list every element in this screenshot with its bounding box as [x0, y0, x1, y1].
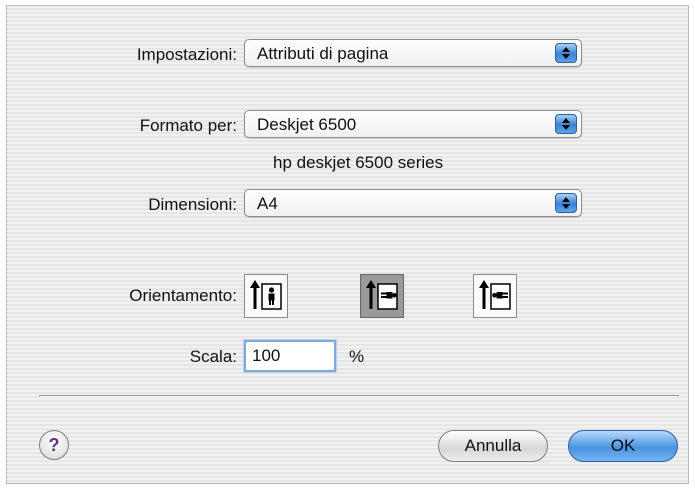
landscape-right-person-icon	[479, 280, 511, 310]
settings-popup-value: Attributi di pagina	[257, 44, 389, 63]
format-for-popup[interactable]: Deskjet 6500	[244, 110, 582, 138]
format-for-popup-value: Deskjet 6500	[257, 115, 357, 134]
settings-popup[interactable]: Attributi di pagina	[244, 39, 582, 67]
scale-label: Scala:	[189, 347, 237, 366]
portrait-person-icon	[250, 280, 282, 310]
orientation-portrait-button[interactable]	[244, 274, 288, 318]
help-button[interactable]: ?	[39, 430, 69, 460]
up-down-arrows-icon	[555, 193, 577, 213]
orientation-landscape-right-button[interactable]	[473, 274, 517, 318]
paper-size-popup-value: A4	[257, 194, 278, 213]
question-mark-icon: ?	[48, 435, 60, 455]
paper-size-popup[interactable]: A4	[244, 189, 582, 217]
cancel-button[interactable]: Annulla	[438, 430, 548, 462]
settings-label: Impostazioni:	[136, 45, 237, 64]
scale-input[interactable]	[244, 340, 336, 372]
orientation-landscape-left-button[interactable]	[360, 274, 404, 318]
paper-size-label: Dimensioni:	[148, 195, 237, 214]
printer-description: hp deskjet 6500 series	[273, 153, 444, 172]
up-down-arrows-icon	[555, 114, 577, 134]
up-down-arrows-icon	[555, 43, 577, 63]
format-for-label: Formato per:	[139, 116, 237, 135]
scale-unit: %	[349, 347, 365, 366]
ok-button[interactable]: OK	[568, 430, 678, 462]
divider	[39, 395, 679, 397]
orientation-label: Orientamento:	[129, 286, 237, 305]
landscape-left-person-icon	[366, 280, 398, 310]
page-setup-dialog: Impostazioni: Attributi di pagina Format…	[6, 5, 689, 484]
